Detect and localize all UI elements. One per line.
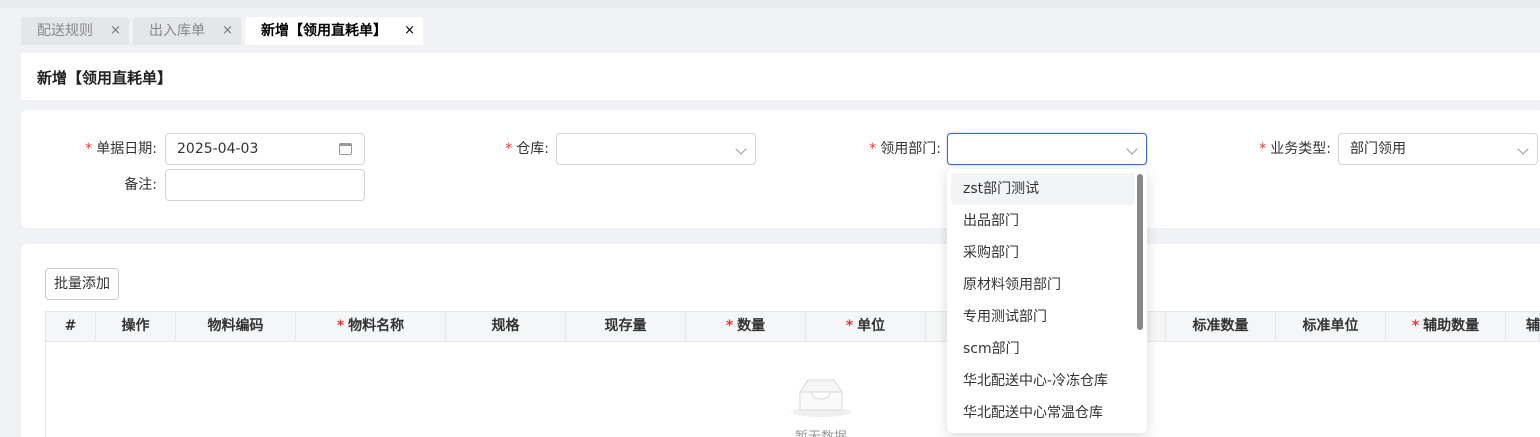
- page-title: 新增【领用直耗单】: [37, 69, 173, 87]
- empty-text: 暂无数据: [795, 426, 847, 437]
- close-icon[interactable]: ×: [404, 17, 415, 45]
- dept-option[interactable]: 出品部门: [951, 205, 1135, 237]
- dept-option[interactable]: 华北配送中心常温仓库: [951, 397, 1135, 429]
- column-header: * 物料名称: [296, 312, 446, 341]
- tab-new-consumption[interactable]: 新增【领用直耗单】 ×: [245, 17, 423, 45]
- batch-add-button[interactable]: 批量添加: [45, 268, 119, 300]
- dept-option[interactable]: zst部门测试: [951, 173, 1135, 205]
- warehouse-select[interactable]: [556, 133, 756, 165]
- table-body: 暂无数据: [45, 342, 1540, 437]
- dept-option[interactable]: 采购部门: [951, 237, 1135, 269]
- column-header: 标准数量: [1166, 312, 1276, 341]
- column-header: * 辅助数量: [1386, 312, 1506, 341]
- required-mark: *: [505, 141, 513, 157]
- date-label: * 单据日期:: [85, 141, 157, 157]
- table-card: 批量添加 # 操作 物料编码 * 物料名称 规格 现存量 * 数量 * 单位 标准数量…: [21, 244, 1540, 437]
- chevron-down-icon: [735, 143, 747, 155]
- dept-label: * 领用部门:: [869, 141, 941, 157]
- tab-label: 配送规则: [37, 23, 93, 39]
- tab-bar: 配送规则 × 出入库单 × 新增【领用直耗单】 ×: [0, 0, 1540, 53]
- column-header: * 数量: [686, 312, 806, 341]
- warehouse-label: * 仓库:: [505, 141, 549, 157]
- biz-type-value: 部门领用: [1350, 141, 1406, 157]
- form-card: * 单据日期: 2025-04-03 * 仓库: * 领用部门: * 业务类型: 部门领…: [21, 110, 1540, 228]
- tab-delivery-rules[interactable]: 配送规则 ×: [21, 17, 129, 45]
- required-mark: *: [869, 141, 877, 157]
- dept-dropdown: zst部门测试 出品部门 采购部门 原材料领用部门 专用测试部门 scm部门 华…: [947, 169, 1147, 433]
- biz-type-select[interactable]: 部门领用: [1338, 133, 1538, 165]
- column-header: 标准单位: [1276, 312, 1386, 341]
- chevron-down-icon: [1126, 143, 1138, 155]
- dept-option[interactable]: scm部门: [951, 333, 1135, 365]
- dept-select[interactable]: [947, 133, 1147, 165]
- dept-option[interactable]: 原材料领用部门: [951, 269, 1135, 301]
- column-header: 操作: [96, 312, 176, 341]
- remark-label: 备注:: [124, 177, 157, 193]
- column-header: #: [46, 312, 96, 341]
- required-mark: *: [85, 141, 93, 157]
- close-icon[interactable]: ×: [222, 17, 233, 45]
- required-mark: *: [1259, 141, 1267, 157]
- date-value: 2025-04-03: [177, 141, 259, 157]
- column-header: 物料编码: [176, 312, 296, 341]
- column-header: 规格: [446, 312, 566, 341]
- tab-label: 新增【领用直耗单】: [261, 23, 387, 39]
- close-icon[interactable]: ×: [110, 17, 121, 45]
- dropdown-scrollbar[interactable]: [1137, 174, 1143, 330]
- chevron-down-icon: [1517, 143, 1529, 155]
- table-header: # 操作 物料编码 * 物料名称 规格 现存量 * 数量 * 单位 标准数量 标准单位…: [45, 311, 1540, 342]
- calendar-icon: [339, 143, 352, 155]
- dept-option[interactable]: 专用测试部门: [951, 301, 1135, 333]
- date-field[interactable]: 2025-04-03: [165, 133, 365, 165]
- tab-label: 出入库单: [149, 23, 205, 39]
- empty-box-icon: [791, 379, 851, 417]
- remark-field[interactable]: [165, 169, 365, 201]
- column-header: * 单位: [806, 312, 926, 341]
- column-header: 辅: [1526, 318, 1540, 334]
- tab-stock-in-out[interactable]: 出入库单 ×: [133, 17, 241, 45]
- dept-option[interactable]: 华北配送中心-冷冻仓库: [951, 365, 1135, 397]
- title-card: 新增【领用直耗单】: [21, 53, 1540, 100]
- biz-type-label: * 业务类型:: [1259, 141, 1331, 157]
- column-header: 现存量: [566, 312, 686, 341]
